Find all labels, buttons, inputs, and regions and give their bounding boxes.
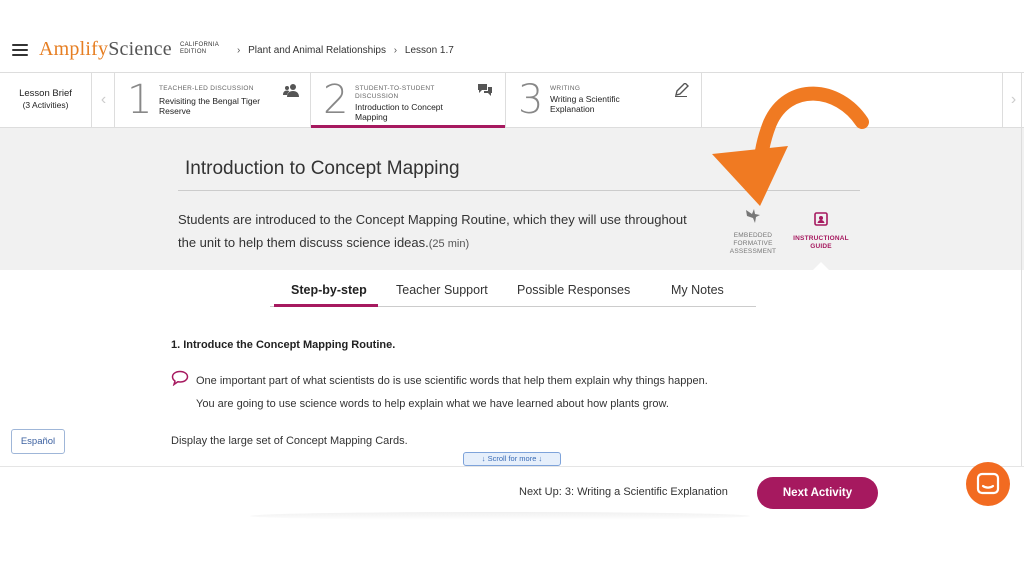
activity-name: Writing a Scientific Explanation <box>550 94 620 114</box>
logo-edition: CALIFORNIA EDITION <box>180 42 219 56</box>
activity-type: TEACHER-LED DISCUSSION <box>159 85 254 93</box>
espanol-button[interactable]: Español <box>11 429 65 454</box>
logo-science-text: Science <box>108 38 172 60</box>
activity-card-3[interactable]: 3 WRITING Writing a Scientific Explanati… <box>506 73 702 128</box>
teacher-script-line: You are going to use science words to he… <box>196 398 669 410</box>
chat-icon <box>976 472 1000 495</box>
activity-number: 2 <box>323 77 349 123</box>
amplify-science-logo[interactable]: AmplifyScience <box>39 38 172 61</box>
scroll-for-more-button[interactable]: ↓ Scroll for more ↓ <box>463 452 561 466</box>
chat-button[interactable] <box>966 462 1010 506</box>
activity-name-line: Mapping <box>355 112 388 122</box>
breadcrumb-lesson[interactable]: Lesson 1.7 <box>405 45 454 56</box>
activity-name: Introduction to Concept Mapping <box>355 102 443 122</box>
logo-edition-line2: EDITION <box>180 49 207 55</box>
selected-caret <box>813 262 829 270</box>
activity-number: 3 <box>518 77 544 123</box>
embedded-formative-assessment-button[interactable]: EMBEDDED FORMATIVE ASSESSMENT <box>726 206 780 256</box>
activity-type: STUDENT-TO-STUDENT DISCUSSION <box>355 85 435 101</box>
annotation-arrow-icon <box>712 86 869 206</box>
lesson-brief-button[interactable]: Lesson Brief (3 Activities) <box>0 73 92 128</box>
lesson-brief-count: (3 Activities) <box>22 100 69 110</box>
activity-type: WRITING <box>550 85 580 93</box>
activity-name-line: Revisiting the Bengal Tiger <box>159 96 261 106</box>
activity-number: 1 <box>127 77 153 123</box>
scroll-for-more-label: Scroll for more <box>487 454 537 463</box>
next-up-text: Next Up: 3: Writing a Scientific Explana… <box>519 486 728 498</box>
activity-type-line: WRITING <box>550 85 581 92</box>
tab-my-notes[interactable]: My Notes <box>671 283 724 297</box>
activity-type-line: TEACHER-LED DISCUSSION <box>159 85 254 92</box>
instruction-text: Display the large set of Concept Mapping… <box>171 435 408 447</box>
menu-icon[interactable] <box>12 44 28 56</box>
people-icon <box>283 84 299 97</box>
label-line: INSTRUCTIONAL <box>793 235 849 242</box>
embedded-assessment-label: EMBEDDED FORMATIVE ASSESSMENT <box>726 232 780 256</box>
chevron-right-icon: › <box>237 45 241 56</box>
tab-possible-responses[interactable]: Possible Responses <box>517 283 630 297</box>
label-line: EMBEDDED <box>733 232 773 239</box>
activity-name-line: Explanation <box>550 104 595 114</box>
speech-bubbles-icon <box>478 84 492 96</box>
activity-name: Revisiting the Bengal Tiger Reserve <box>159 96 260 116</box>
step-title: 1. Introduce the Concept Mapping Routine… <box>171 339 396 351</box>
lesson-brief-title: Lesson Brief <box>19 88 72 99</box>
activity-description: Students are introduced to the Concept M… <box>178 208 698 256</box>
arrow-down-icon: ↓ <box>481 454 486 463</box>
arrow-down-icon: ↓ <box>538 454 543 463</box>
footer-shadow <box>250 512 750 520</box>
chevron-right-icon: › <box>393 45 398 56</box>
activity-type-line: STUDENT-TO-STUDENT <box>355 85 435 92</box>
instructional-guide-button[interactable]: INSTRUCTIONAL GUIDE <box>790 212 852 251</box>
activity-strip: Lesson Brief (3 Activities) ‹ 1 TEACHER-… <box>0 72 1024 129</box>
activity-name-line: Reserve <box>159 106 191 116</box>
divider <box>1021 72 1022 518</box>
next-activity-button[interactable]: Next Activity <box>757 477 878 509</box>
top-bar: AmplifyScience CALIFORNIA EDITION › Plan… <box>0 0 1024 72</box>
activity-duration: (25 min) <box>428 238 470 250</box>
activity-card-2[interactable]: 2 STUDENT-TO-STUDENT DISCUSSION Introduc… <box>311 73 506 129</box>
activity-card-1[interactable]: 1 TEACHER-LED DISCUSSION Revisiting the … <box>115 73 311 128</box>
activity-type-line: DISCUSSION <box>355 93 399 100</box>
teacher-script-line: One important part of what scientists do… <box>196 375 708 387</box>
label-line: ASSESSMENT <box>729 248 777 255</box>
logo-edition-line1: CALIFORNIA <box>180 42 220 48</box>
label-line: GUIDE <box>810 243 832 250</box>
activity-name-line: Introduction to Concept <box>355 102 443 112</box>
breadcrumb-unit[interactable]: Plant and Animal Relationships <box>248 45 386 56</box>
chevron-left-icon[interactable]: ‹ <box>93 73 115 128</box>
activity-title: Introduction to Concept Mapping <box>185 158 460 179</box>
activity-name-line: Writing a Scientific <box>550 94 620 104</box>
breadcrumb: › Plant and Animal Relationships › Lesso… <box>232 45 454 56</box>
pencil-icon <box>675 83 689 97</box>
tab-step-by-step[interactable]: Step-by-step <box>291 283 367 297</box>
active-tab-indicator <box>274 304 378 307</box>
instructional-guide-icon <box>814 212 828 226</box>
tab-teacher-support[interactable]: Teacher Support <box>396 283 488 297</box>
instructional-guide-label: INSTRUCTIONAL GUIDE <box>790 235 852 251</box>
logo-amplify-text: Amplify <box>39 38 109 60</box>
label-line: FORMATIVE <box>733 240 773 247</box>
speech-bubble-icon <box>171 370 189 386</box>
